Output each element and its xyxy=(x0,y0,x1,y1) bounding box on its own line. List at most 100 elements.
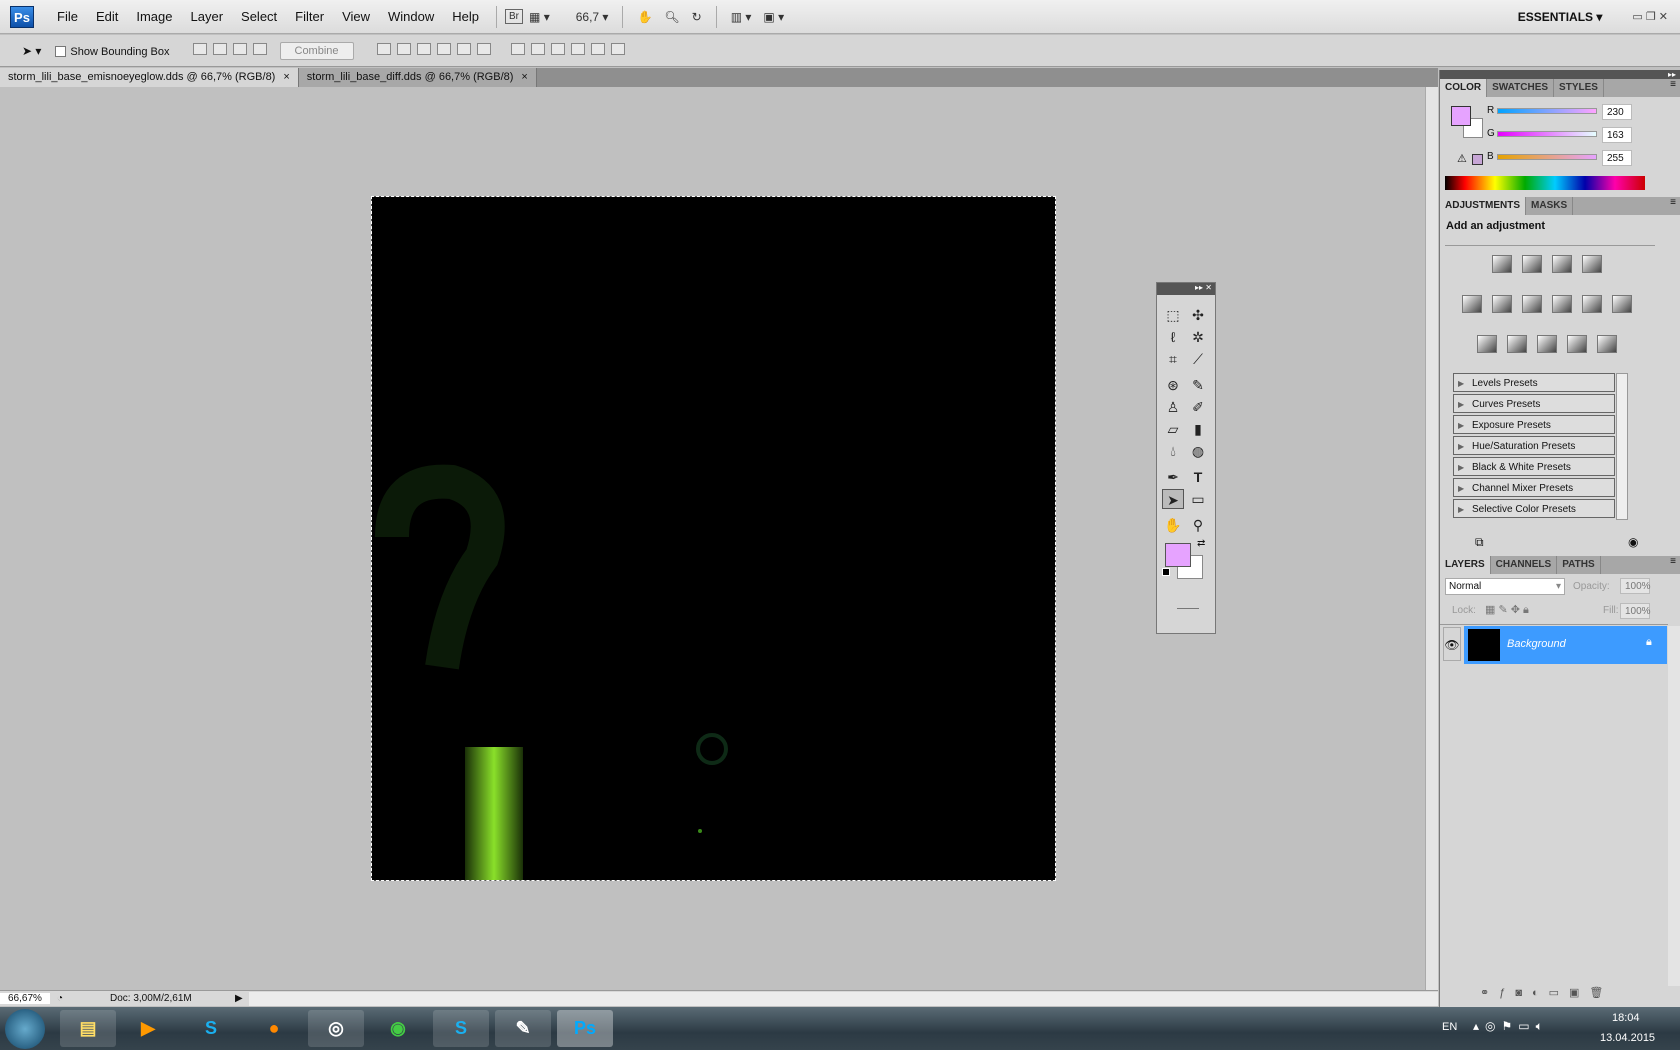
taskbar-paint-icon[interactable]: ✎ xyxy=(495,1010,551,1047)
layers-footer-icons[interactable]: ⚭ƒ◙◐▭▣🗑︎ xyxy=(1480,986,1613,999)
rotate-view-icon[interactable]: ↻ xyxy=(686,10,708,24)
menu-edit[interactable]: Edit xyxy=(87,9,127,24)
g-value[interactable]: 163 xyxy=(1602,127,1632,143)
menu-view[interactable]: View xyxy=(333,9,379,24)
tab-color[interactable]: COLOR xyxy=(1440,79,1488,97)
quick-select-tool-icon[interactable]: ✣ xyxy=(1187,305,1209,325)
menu-layer[interactable]: Layer xyxy=(182,9,233,24)
levels-icon[interactable] xyxy=(1522,255,1542,273)
tab-channels[interactable]: CHANNELS xyxy=(1491,556,1558,574)
magic-wand-tool-icon[interactable]: ✲ xyxy=(1187,327,1209,347)
move-tool-icon[interactable]: ➤ ▾ xyxy=(22,44,41,58)
menu-filter[interactable]: Filter xyxy=(286,9,333,24)
color-spectrum-ramp[interactable] xyxy=(1445,176,1645,190)
menu-window[interactable]: Window xyxy=(379,9,443,24)
taskbar-skype-window-icon[interactable]: S xyxy=(433,1010,489,1047)
gamut-color-swatch[interactable] xyxy=(1472,154,1483,165)
history-brush-tool-icon[interactable]: ✐ xyxy=(1187,397,1209,417)
tab-document-1[interactable]: storm_lili_base_emisnoeyeglow.dds @ 66,7… xyxy=(0,68,299,87)
menu-help[interactable]: Help xyxy=(443,9,488,24)
layer-row-background[interactable]: Background 🔒︎ xyxy=(1464,626,1667,664)
return-to-adjustment-list-icon[interactable]: ⧉ xyxy=(1475,535,1484,550)
zoom-tool-icon[interactable]: ⚲ xyxy=(1187,515,1209,535)
preset-hue-saturation[interactable]: Hue/Saturation Presets xyxy=(1453,436,1615,456)
g-slider[interactable] xyxy=(1497,131,1597,137)
taskbar-skype-icon[interactable]: S xyxy=(183,1010,239,1047)
taskbar-media-player-icon[interactable]: ▶ xyxy=(120,1010,176,1047)
workspace-switcher[interactable]: ESSENTIALS ▾ xyxy=(1518,10,1603,24)
preset-exposure[interactable]: Exposure Presets xyxy=(1453,415,1615,435)
eyedropper-tool-icon[interactable]: ⟋ xyxy=(1187,349,1209,369)
hand-tool-icon[interactable]: ✋ xyxy=(1162,515,1184,535)
invert-icon[interactable] xyxy=(1477,335,1497,353)
foreground-color-swatch[interactable] xyxy=(1165,543,1191,567)
quick-mask-icon[interactable] xyxy=(1177,608,1199,609)
vibrance-icon[interactable] xyxy=(1462,295,1482,313)
swap-colors-icon[interactable]: ⇄ xyxy=(1197,538,1205,549)
zoom-level-dropdown[interactable]: 66,7 ▾ xyxy=(570,10,615,24)
color-foreground-swatch[interactable] xyxy=(1451,106,1471,126)
brush-tool-icon[interactable]: ✎ xyxy=(1187,375,1209,395)
b-slider[interactable] xyxy=(1497,154,1597,160)
path-operations-icons[interactable] xyxy=(190,43,270,58)
tab-adjustments[interactable]: ADJUSTMENTS xyxy=(1440,197,1527,215)
clock-date[interactable]: 13.04.2015 xyxy=(1600,1032,1655,1044)
preset-channel-mixer[interactable]: Channel Mixer Presets xyxy=(1453,478,1615,498)
channel-mixer-icon[interactable] xyxy=(1612,295,1632,313)
status-zoom[interactable]: 66,67% xyxy=(0,993,50,1004)
taskbar-explorer-icon[interactable]: ▤ xyxy=(60,1010,116,1047)
zoom-tool-icon[interactable]: 🔍︎ xyxy=(658,10,685,24)
view-extras-button[interactable]: ▦ ▾ xyxy=(523,10,556,24)
color-balance-icon[interactable] xyxy=(1522,295,1542,313)
blur-tool-icon[interactable]: 💧︎ xyxy=(1162,441,1184,461)
close-tab-icon[interactable]: × xyxy=(283,71,289,83)
horizontal-scrollbar[interactable] xyxy=(249,991,1438,1006)
start-button[interactable] xyxy=(5,1009,45,1049)
arrange-documents-button[interactable]: ▥ ▾ xyxy=(725,10,758,24)
brightness-contrast-icon[interactable] xyxy=(1492,255,1512,273)
gradient-map-icon[interactable] xyxy=(1567,335,1587,353)
taskbar-origin-icon[interactable]: ● xyxy=(246,1010,302,1047)
vertical-scrollbar[interactable] xyxy=(1425,87,1438,990)
taskbar-steam-icon[interactable]: ◎ xyxy=(308,1010,364,1047)
clip-to-layer-icon[interactable]: ◉ xyxy=(1628,535,1638,549)
photo-filter-icon[interactable] xyxy=(1582,295,1602,313)
posterize-icon[interactable] xyxy=(1507,335,1527,353)
spot-healing-tool-icon[interactable]: ⊛ xyxy=(1162,375,1184,395)
threshold-icon[interactable] xyxy=(1537,335,1557,353)
curves-icon[interactable] xyxy=(1552,255,1572,273)
align-icons[interactable] xyxy=(374,43,494,58)
bridge-button[interactable]: Br xyxy=(505,9,524,24)
status-menu-arrow[interactable]: ▶ xyxy=(235,993,249,1004)
close-tab-icon[interactable]: × xyxy=(521,71,527,83)
preset-curves[interactable]: Curves Presets xyxy=(1453,394,1615,414)
panel-menu-icon[interactable]: ≡ xyxy=(1670,556,1680,574)
default-colors-icon[interactable] xyxy=(1162,568,1170,576)
crop-tool-icon[interactable]: ⌗ xyxy=(1162,349,1184,369)
fill-field[interactable]: 100% xyxy=(1620,603,1651,619)
tab-paths[interactable]: PATHS xyxy=(1557,556,1601,574)
tab-document-2[interactable]: storm_lili_base_diff.dds @ 66,7% (RGB/8)… xyxy=(298,68,537,87)
window-controls[interactable]: ▭ ❐ ✕ xyxy=(1632,10,1668,23)
screen-mode-button[interactable]: ▣ ▾ xyxy=(757,10,790,24)
pen-tool-icon[interactable]: ✒ xyxy=(1162,467,1184,487)
language-indicator[interactable]: EN xyxy=(1442,1021,1457,1033)
preset-black-white[interactable]: Black & White Presets xyxy=(1453,457,1615,477)
selective-color-icon[interactable] xyxy=(1597,335,1617,353)
opacity-field[interactable]: 100% xyxy=(1620,578,1651,594)
b-value[interactable]: 255 xyxy=(1602,150,1632,166)
gradient-tool-icon[interactable]: ▮ xyxy=(1187,419,1209,439)
presets-scrollbar[interactable] xyxy=(1616,373,1628,520)
status-info-icon[interactable]: ◔ xyxy=(50,993,70,1004)
toolbox-header[interactable]: ▸▸ ✕ xyxy=(1157,283,1215,295)
menu-file[interactable]: File xyxy=(48,9,87,24)
tab-masks[interactable]: MASKS xyxy=(1526,197,1574,215)
eraser-tool-icon[interactable]: ▱ xyxy=(1162,419,1184,439)
preset-selective-color[interactable]: Selective Color Presets xyxy=(1453,499,1615,519)
document-canvas[interactable] xyxy=(371,196,1056,881)
hue-saturation-icon[interactable] xyxy=(1492,295,1512,313)
panel-menu-icon[interactable]: ≡ xyxy=(1670,197,1680,215)
r-value[interactable]: 230 xyxy=(1602,104,1632,120)
menu-image[interactable]: Image xyxy=(127,9,181,24)
show-bounding-box-checkbox[interactable]: Show Bounding Box xyxy=(55,44,170,58)
